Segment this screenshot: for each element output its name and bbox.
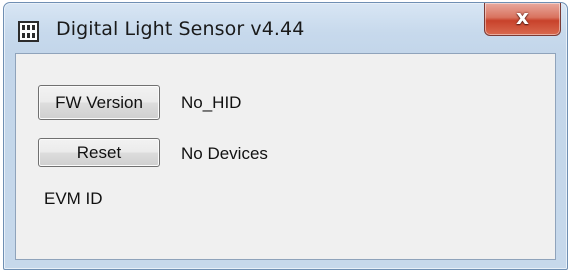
window-title: Digital Light Sensor v4.44 [56,18,305,40]
app-window: Digital Light Sensor v4.44 x FW Version … [3,2,568,270]
close-icon: x [516,5,529,29]
close-button[interactable]: x [484,3,561,36]
fw-version-button[interactable]: FW Version [38,85,160,120]
hid-status-label: No_HID [181,93,242,112]
reset-button[interactable]: Reset [38,138,160,167]
device-status-label: No Devices [181,144,268,163]
title-bar[interactable]: Digital Light Sensor v4.44 x [4,3,567,53]
evm-id-label: EVM ID [44,189,103,208]
app-window-icon [18,21,39,42]
client-area: FW Version No_HID Reset No Devices EVM I… [15,53,556,260]
